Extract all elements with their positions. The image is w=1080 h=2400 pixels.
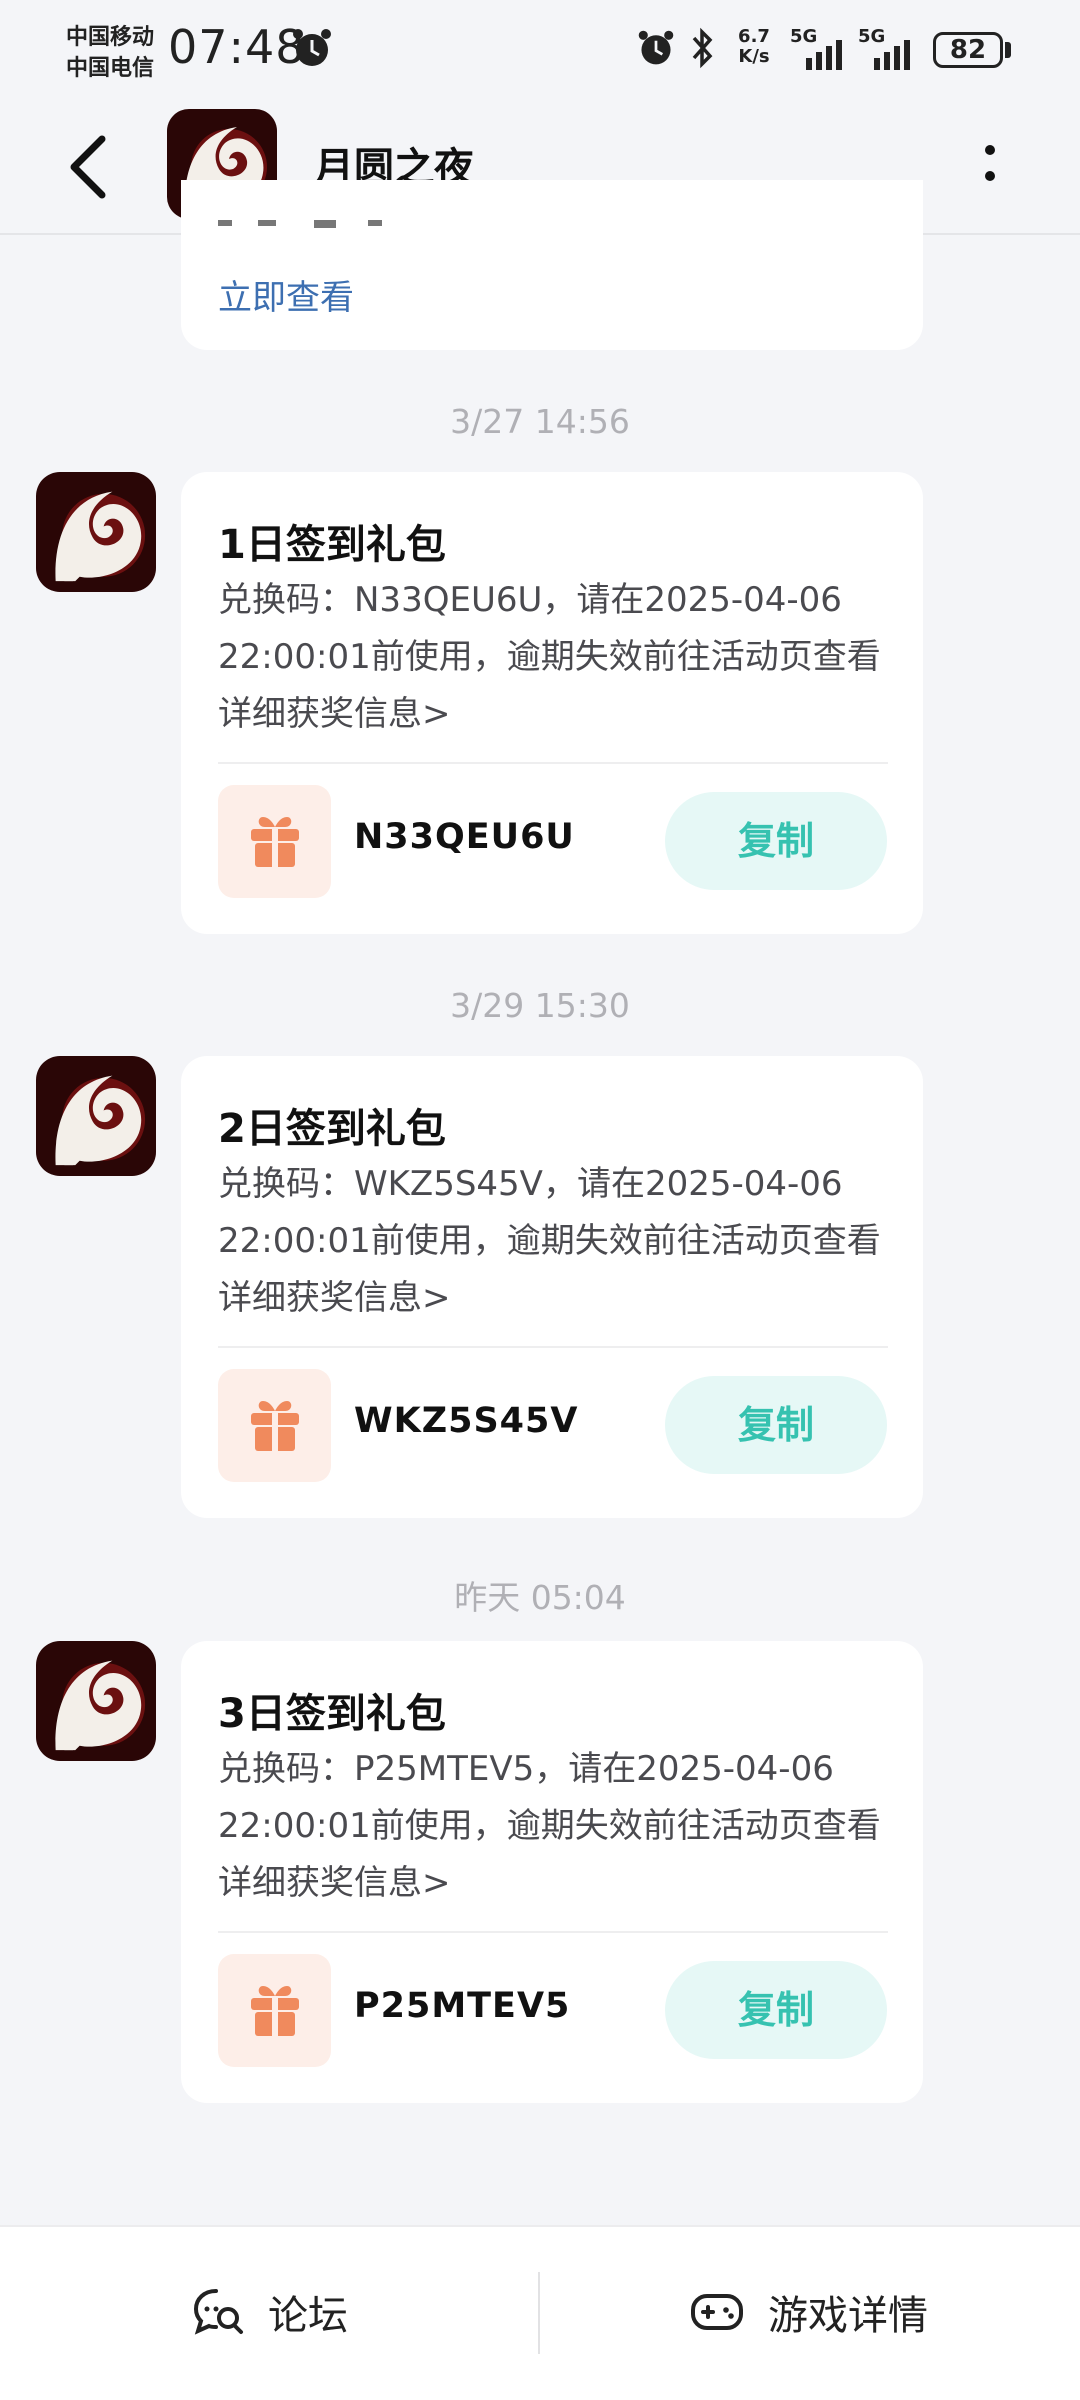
message-body[interactable]: 兑换码：WKZ5S45V，请在2025-04-06 22:00:01前使用，逾期… [218,1156,898,1327]
chat-search-icon [193,2289,243,2335]
game-details-button[interactable]: 游戏详情 [690,2272,928,2352]
message-body[interactable]: 兑换码：P25MTEV5，请在2025-04-06 22:00:01前使用，逾期… [218,1741,898,1912]
gift-message-card: 2日签到礼包 兑换码：WKZ5S45V，请在2025-04-06 22:00:0… [181,1056,923,1518]
redeem-code: P25MTEV5 [354,1986,571,2026]
previous-message-card: 立即查看 [181,180,923,350]
carrier-info: 中国移动 中国电信 [66,22,154,84]
copy-button[interactable]: 复制 [665,1961,887,2059]
signal-5g-2: 5G [858,26,922,70]
message-timestamp: 昨天 05:04 [454,1578,626,1617]
forum-label: 论坛 [268,2293,348,2339]
signal-bars-icon [806,40,842,70]
redeem-code: WKZ5S45V [354,1401,579,1441]
signal-bars-icon [874,40,910,70]
battery-indicator: 82 [933,32,1003,68]
more-dot-icon [985,171,995,181]
copy-button[interactable]: 复制 [665,792,887,890]
gift-icon [251,1401,299,1451]
app-avatar[interactable] [36,1056,156,1176]
app-avatar[interactable] [36,472,156,592]
forum-button[interactable]: 论坛 [192,2272,348,2352]
status-bar: 中国移动 中国电信 07:48 6.7 K/s 5G 5G 82 [0,0,1080,105]
message-body[interactable]: 兑换码：N33QEU6U，请在2025-04-06 22:00:01前使用，逾期… [218,572,898,743]
divider [538,2272,540,2354]
message-timestamp: 3/29 15:30 [450,986,630,1025]
gift-badge [218,1369,331,1482]
view-now-link[interactable]: 立即查看 [218,270,354,319]
more-dot-icon [985,145,995,155]
gift-message-card: 3日签到礼包 兑换码：P25MTEV5，请在2025-04-06 22:00:0… [181,1641,923,2103]
gift-message-card: 1日签到礼包 兑换码：N33QEU6U，请在2025-04-06 22:00:0… [181,472,923,934]
clipped-text-remnant [218,220,382,228]
gift-badge [218,1954,331,2067]
battery-tip [1005,42,1011,58]
game-details-label: 游戏详情 [768,2293,928,2339]
network-speed: 6.7 K/s [738,26,770,67]
divider [218,762,888,764]
copy-button[interactable]: 复制 [665,1376,887,1474]
gift-badge [218,785,331,898]
moon-night-game-icon [36,1641,156,1761]
message-title: 1日签到礼包 [218,522,446,568]
gift-icon [251,1986,299,2036]
alarm-clock-icon [293,29,331,66]
message-timestamp: 3/27 14:56 [450,402,630,441]
gift-icon [251,817,299,867]
message-title: 3日签到礼包 [218,1691,446,1737]
app-avatar[interactable] [36,1641,156,1761]
more-options-button[interactable] [970,135,1010,195]
signal-5g-1: 5G [790,26,852,70]
carrier-2: 中国电信 [66,56,155,81]
back-arrow-icon[interactable] [60,127,120,207]
moon-night-game-icon [36,472,156,592]
gamepad-icon [691,2294,743,2330]
bluetooth-icon [692,27,713,69]
moon-night-game-icon [36,1056,156,1176]
carrier-1: 中国移动 [66,25,155,50]
redeem-code: N33QEU6U [354,817,575,857]
message-title: 2日签到礼包 [218,1106,446,1152]
alarm-clock-icon [638,30,674,65]
bottom-action-bar: 论坛 游戏详情 [0,2225,1080,2400]
divider [218,1346,888,1348]
divider [218,1931,888,1933]
clock: 07:48 [168,20,306,74]
